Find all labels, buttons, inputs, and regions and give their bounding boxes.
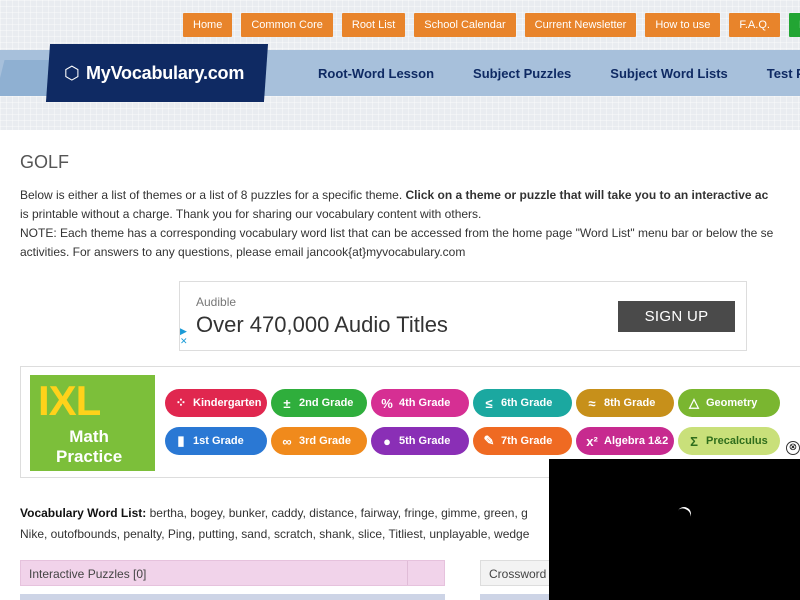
- grade-pill-label: 1st Grade: [193, 435, 244, 447]
- grade-pill-precalculus[interactable]: Σ Precalculus: [678, 427, 780, 455]
- ixl-tagline: Math Practice: [56, 427, 122, 467]
- vocabulary-word-list: Vocabulary Word List: bertha, bogey, bun…: [20, 503, 529, 545]
- grade-pill-label: 3rd Grade: [299, 435, 351, 447]
- main-nav: Root-Word Lesson Subject Puzzles Subject…: [318, 66, 800, 81]
- word-list-line-2: Nike, outofbounds, penalty, Ping, puttin…: [20, 527, 530, 541]
- nav-root-word-lesson[interactable]: Root-Word Lesson: [318, 66, 434, 81]
- hexagon-icon: ⬡: [64, 63, 80, 83]
- header-divider: [407, 561, 408, 585]
- ad-choices-icon[interactable]: ▶ ✕: [180, 326, 190, 346]
- intro-line-2: is printable without a charge. Thank you…: [20, 207, 482, 221]
- close-icon[interactable]: ⊗: [786, 441, 800, 455]
- grade-pill-label: 7th Grade: [501, 435, 553, 447]
- nav-test-prep[interactable]: Test Pre: [767, 66, 800, 81]
- grade-pill-2nd-grade[interactable]: ±2nd Grade: [271, 389, 367, 417]
- loading-spinner-icon: [674, 504, 694, 524]
- sigma-icon: Σ: [690, 433, 698, 449]
- nav-how-to-use-button[interactable]: How to use: [645, 13, 721, 37]
- bag-icon: ●: [383, 433, 391, 449]
- ixl-tagline-1: Math: [69, 427, 109, 446]
- nav-subject-word-lists[interactable]: Subject Word Lists: [610, 66, 728, 81]
- nav-subject-puzzles[interactable]: Subject Puzzles: [473, 66, 571, 81]
- table-row: [20, 594, 445, 600]
- grade-pill-geometry[interactable]: △ Geometry: [678, 389, 780, 417]
- word-list-label: Vocabulary Word List:: [20, 506, 147, 520]
- crossword-label: Crossword: [489, 567, 547, 581]
- sign-up-button[interactable]: SIGN UP: [618, 301, 735, 332]
- grade-pill-label: Kindergarten: [193, 397, 262, 409]
- dots-icon: ⁘: [175, 395, 187, 410]
- nav-common-core-button[interactable]: Common Core: [241, 13, 333, 37]
- word-list-line-1: bertha, bogey, bunker, caddy, distance, …: [149, 506, 528, 520]
- grade-pill-8th-grade[interactable]: ≈8th Grade: [576, 389, 674, 417]
- percent-icon: %: [381, 395, 393, 411]
- interactive-puzzles-label: Interactive Puzzles [0]: [29, 567, 147, 581]
- grade-pill-label: 6th Grade: [501, 397, 553, 409]
- grade-pill-label: Precalculus: [706, 435, 768, 447]
- ixl-logo[interactable]: IXL Math Practice: [30, 375, 155, 471]
- note-line-2: activities. For answers to any questions…: [20, 245, 466, 259]
- ixl-tagline-2: Practice: [56, 447, 123, 466]
- logo-text: MyVocabulary.com: [86, 62, 245, 83]
- ad-brand: Audible: [196, 295, 237, 309]
- note-line-1: NOTE: Each theme has a corresponding voc…: [20, 226, 774, 240]
- intro-bold-text: Click on a theme or puzzle that will tak…: [405, 188, 769, 202]
- cup-icon: ▮: [177, 433, 185, 448]
- intro-text: Below is either a list of themes or a li…: [20, 188, 406, 202]
- less-equal-icon: ≤: [485, 395, 493, 411]
- ixl-logo-text: IXL: [38, 377, 101, 424]
- nav-current-newsletter-button[interactable]: Current Newsletter: [524, 13, 637, 37]
- grade-pill-3rd-grade[interactable]: ∞ 3rd Grade: [271, 427, 367, 455]
- grade-pill-label: 8th Grade: [604, 397, 656, 409]
- grade-pill-kindergarten[interactable]: ⁘ Kindergarten: [165, 389, 267, 417]
- grade-pill-label: 2nd Grade: [299, 397, 354, 409]
- grade-pill-algebra-1-2[interactable]: x² Algebra 1&2: [576, 427, 674, 455]
- approx-icon: ≈: [588, 395, 596, 411]
- nav-home-button[interactable]: Home: [183, 13, 233, 37]
- nav-faq-button[interactable]: F.A.Q.: [729, 13, 780, 37]
- grade-pill-label: 5th Grade: [399, 435, 451, 447]
- intro-line-1: Below is either a list of themes or a li…: [20, 186, 768, 205]
- pencil-icon: ✎: [483, 433, 495, 448]
- grade-pill-4th-grade[interactable]: % 4th Grade: [371, 389, 469, 417]
- page-title: GOLF: [20, 152, 70, 172]
- grade-pill-1st-grade[interactable]: ▮ 1st Grade: [165, 427, 267, 455]
- site-header: Home Common Core Root List School Calend…: [0, 0, 800, 130]
- x-squared-icon: x²: [586, 433, 598, 449]
- grade-pill-label: Algebra 1&2: [604, 435, 669, 447]
- grade-pill-label: 4th Grade: [399, 397, 451, 409]
- site-logo[interactable]: ⬡ MyVocabulary.com: [45, 44, 269, 102]
- grade-pill-6th-grade[interactable]: ≤6th Grade: [473, 389, 572, 417]
- audible-ad[interactable]: Audible Over 470,000 Audio Titles SIGN U…: [179, 281, 747, 351]
- plus-minus-icon: ±: [283, 395, 291, 411]
- grade-pill-label: Geometry: [706, 397, 758, 409]
- nav-root-list-button[interactable]: Root List: [341, 13, 406, 37]
- video-player[interactable]: [549, 459, 800, 600]
- grade-pill-5th-grade[interactable]: ● 5th Grade: [371, 427, 469, 455]
- ad-headline: Over 470,000 Audio Titles: [196, 312, 448, 337]
- donate-button[interactable]: Donate: [788, 13, 800, 37]
- grade-pill-7th-grade[interactable]: ✎ 7th Grade: [473, 427, 572, 455]
- top-nav: Home Common Core Root List School Calend…: [183, 13, 800, 37]
- triangle-icon: △: [689, 395, 699, 410]
- interactive-puzzles-header[interactable]: Interactive Puzzles [0]: [20, 560, 445, 586]
- infinity-icon: ∞: [282, 433, 292, 449]
- nav-school-calendar-button[interactable]: School Calendar: [414, 13, 516, 37]
